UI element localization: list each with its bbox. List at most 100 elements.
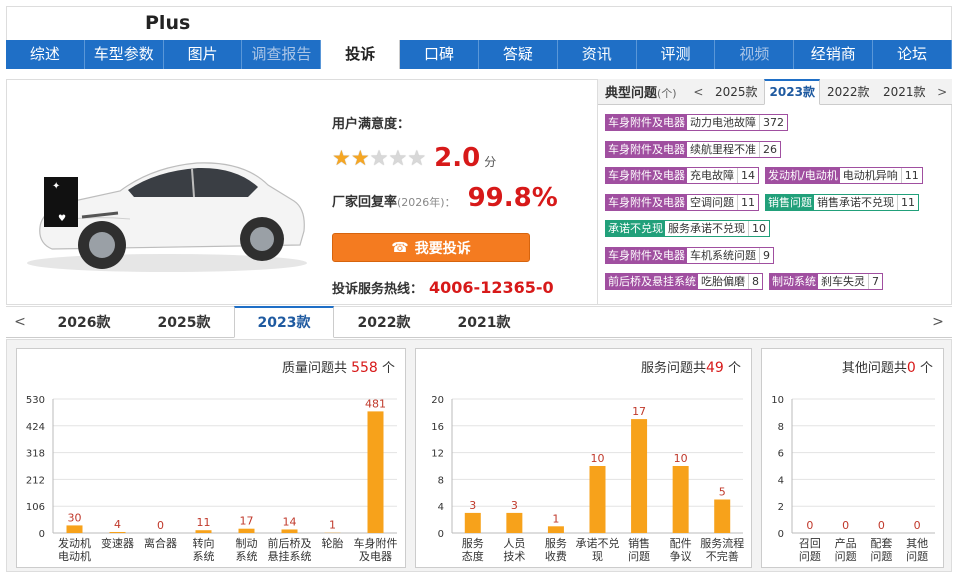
hotline: 投诉服务热线： 4006-12365-0 (332, 278, 554, 297)
y-tick-label: 4 (778, 475, 784, 486)
nav-item-10[interactable]: 经销商 (794, 40, 874, 69)
issue-tag[interactable]: 销售问题 销售承诺不兑现 11 (765, 193, 919, 211)
issue-row: 车身附件及电器 充电故障 14 发动机/电动机 电动机异响 11 (605, 167, 952, 184)
issue-row: 车身附件及电器 空调问题 11 销售问题 销售承诺不兑现 11 (605, 193, 952, 211)
issue-tag[interactable]: 车身附件及电器 动力电池故障 372 (605, 114, 788, 131)
bar-value-label: 17 (632, 405, 646, 418)
bar-value-label: 0 (842, 519, 849, 532)
quality-chart: 0 106 212 318 424 530 30 发动机电动机 4 变速器 0 离合器 11 转向系统 17… (26, 395, 398, 563)
reply-rate: 厂家回复率 (2026年)： 99.8% (332, 183, 558, 213)
hotline-number: 4006-12365-0 (429, 278, 554, 297)
bar-value-label: 10 (591, 452, 605, 465)
nav-item-5[interactable]: 口碑 (400, 40, 479, 69)
x-category-label: 电动机 (58, 549, 91, 563)
y-tick-label: 8 (438, 475, 444, 486)
issue-tag[interactable]: 前后桥及悬挂系统 吃胎偏磨 8 (605, 273, 763, 290)
rating-unit: 分 (484, 154, 497, 169)
x-category-label: 现 (592, 550, 603, 563)
y-tick-label: 212 (26, 475, 45, 486)
issue-row: 车身附件及电器 动力电池故障 372 (605, 114, 952, 131)
y-tick-label: 106 (26, 502, 45, 513)
bar (464, 512, 481, 533)
nav-item-2[interactable]: 图片 (164, 40, 243, 69)
nav-item-0[interactable]: 综述 (6, 40, 85, 69)
star-icon: ★ (332, 146, 351, 170)
y-tick-label: 318 (26, 449, 45, 460)
y-tick-label: 4 (438, 502, 444, 513)
complain-button[interactable]: ☎ 我要投诉 (332, 233, 530, 262)
main-nav: 综述 车型参数 图片 调查报告 投诉 口碑 答疑 资讯 评测 视频 经销商 论坛 (6, 40, 952, 69)
issue-name: 销售承诺不兑现 (817, 195, 894, 209)
x-category-label: 离合器 (144, 536, 177, 550)
other-chart-box: 其他问题共0 个 0 2 4 6 8 10 0 召回 问题 0 产品 问题 0 配套 问题 0 其他 问题 (761, 348, 944, 568)
year-tabs: < 2026款 2025款 2023款 2022款 2021款 > (6, 306, 952, 338)
bar-value-label: 0 (914, 519, 921, 532)
y-tick-label: 424 (26, 422, 45, 433)
issue-category: 车身附件及电器 (606, 168, 687, 183)
issue-year-tab[interactable]: 2023款 (764, 78, 821, 105)
satisfaction-label: 用户满意度： (332, 117, 411, 132)
issue-year-tab[interactable]: 2025款 (708, 79, 764, 105)
issue-tag[interactable]: 承诺不兑现 服务承诺不兑现 10 (605, 220, 770, 237)
year-tab[interactable]: 2023款 (234, 306, 334, 338)
issue-row: 承诺不兑现 服务承诺不兑现 10 (605, 220, 952, 237)
issue-category: 发动机/电动机 (766, 168, 840, 183)
x-category-label: 及电器 (359, 550, 392, 563)
x-category-label: 车身附件 (354, 536, 398, 550)
x-category-label: 不完善 (706, 549, 739, 563)
x-category-label: 问题 (870, 550, 892, 563)
year-tab[interactable]: 2022款 (334, 312, 434, 332)
bar-value-label: 0 (878, 519, 885, 532)
year-tab[interactable]: 2021款 (434, 312, 534, 332)
charts-area: 质量问题共 558 个 0 106 212 318 424 530 30 发动机 电动机 4 变速器… (6, 339, 952, 572)
chevron-right-icon[interactable]: > (924, 314, 952, 330)
issue-year-tab[interactable]: 2022款 (820, 79, 876, 105)
issue-tag[interactable]: 车身附件及电器 续航里程不准 26 (605, 140, 781, 158)
reply-rate-value: 99.8% (467, 183, 558, 213)
hotline-label: 投诉服务热线： (332, 282, 424, 297)
bar (66, 525, 83, 533)
issue-count: 11 (897, 194, 918, 210)
issue-tag[interactable]: 发动机/电动机 电动机异响 11 (765, 167, 923, 184)
issue-name: 充电故障 (690, 169, 734, 182)
x-category-label: 配件 (670, 537, 692, 550)
y-tick-label: 8 (778, 422, 784, 433)
bar (672, 466, 689, 533)
summary-info: 用户满意度： ★ ★ ★ ★ ★ 2.0 分 厂家回复率 (2026年)： 99.8% … (332, 113, 592, 297)
x-category-label: 其他 (906, 537, 928, 550)
x-category-label: 服务流程 (700, 536, 744, 550)
bar-value-label: 0 (806, 519, 813, 532)
x-category-label: 问题 (628, 550, 650, 563)
issue-tag[interactable]: 制动系统 刹车失灵 7 (769, 273, 883, 290)
nav-item-7[interactable]: 资讯 (558, 40, 637, 69)
nav-item-11[interactable]: 论坛 (873, 40, 952, 69)
typical-issues-title: 典型问题(个) (605, 86, 677, 101)
issue-tag[interactable]: 车身附件及电器 空调问题 11 (605, 193, 759, 211)
x-category-label: 销售 (628, 536, 650, 550)
x-category-label: 轮胎 (322, 536, 344, 550)
issue-name: 动力电池故障 (690, 116, 756, 129)
issue-tag[interactable]: 车身附件及电器 车机系统问题 9 (605, 246, 774, 264)
nav-item-4[interactable]: 投诉 (321, 40, 401, 69)
year-tab[interactable]: 2025款 (134, 312, 234, 332)
issue-tag[interactable]: 车身附件及电器 充电故障 14 (605, 167, 759, 184)
nav-item-6[interactable]: 答疑 (479, 40, 558, 69)
x-category-label: 收费 (545, 549, 567, 563)
issue-count: 14 (737, 168, 758, 183)
issue-count: 9 (759, 247, 773, 263)
y-tick-label: 0 (39, 529, 45, 540)
y-tick-label: 10 (771, 395, 784, 406)
rating: ★ ★ ★ ★ ★ 2.0 分 (332, 143, 496, 173)
issue-year-tab[interactable]: 2021款 (876, 79, 932, 105)
x-category-label: 争议 (670, 549, 692, 563)
year-tab[interactable]: 2026款 (34, 312, 134, 332)
svg-text:✦: ✦ (52, 181, 60, 192)
chevron-left-icon[interactable]: < (689, 85, 709, 99)
chevron-right-icon[interactable]: > (932, 85, 952, 99)
nav-item-8[interactable]: 评测 (637, 40, 716, 69)
bar-value-label: 0 (157, 519, 164, 532)
chevron-left-icon[interactable]: < (6, 314, 34, 330)
megaphone-icon: ☎ (391, 239, 409, 256)
nav-item-1[interactable]: 车型参数 (85, 40, 164, 69)
bar-value-label: 3 (469, 499, 476, 512)
